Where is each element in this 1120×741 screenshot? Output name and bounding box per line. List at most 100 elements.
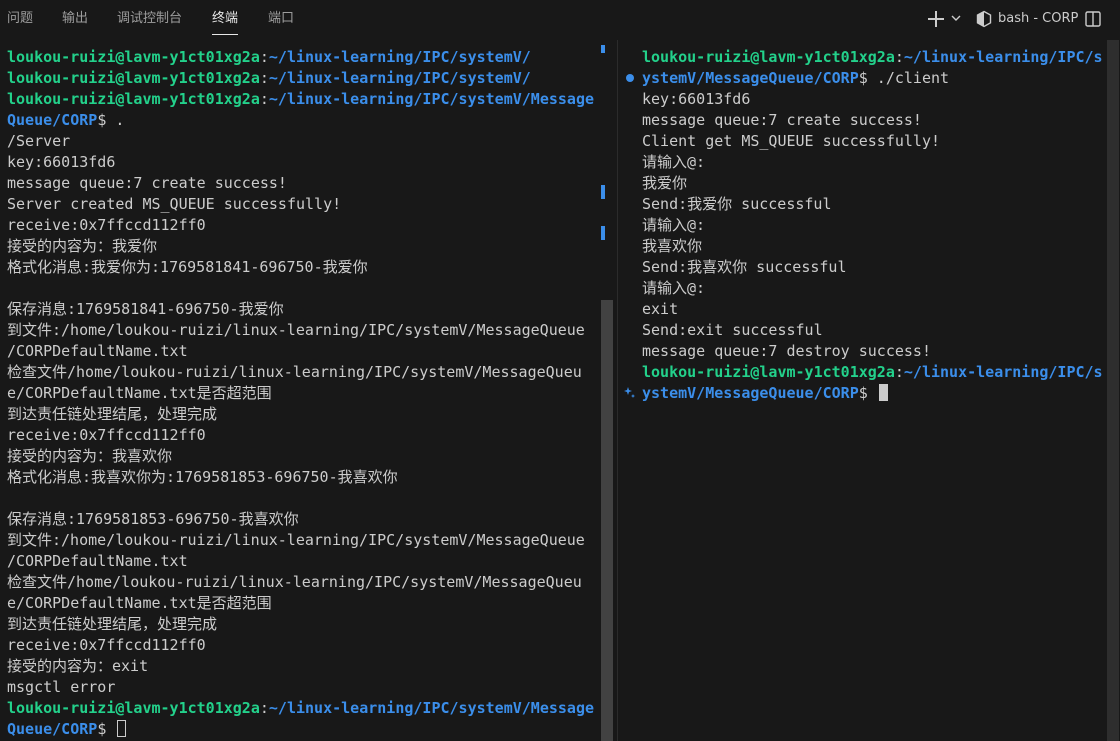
sparkle-icon[interactable] xyxy=(623,386,637,400)
terminal-line: ystemV/MessageQueue/CORP$ ./client xyxy=(642,68,1103,89)
output-text: 检查文件/home/loukou-ruizi/linux-learning/IP… xyxy=(7,573,582,591)
terminal-line: Send:exit successful xyxy=(642,320,1103,341)
terminal-line: key:66013fd6 xyxy=(7,152,594,173)
terminal-line: 接受的内容为：我爱你 xyxy=(7,236,594,257)
output-text: 保存消息:1769581853-696750-我喜欢你 xyxy=(7,510,299,528)
terminal-pane-client[interactable]: loukou-ruizi@lavm-y1ct01xg2a:~/linux-lea… xyxy=(620,40,1120,741)
output-text: receive:0x7ffccd112ff0 xyxy=(7,216,206,234)
prompt-path: ystemV/MessageQueue/CORP xyxy=(642,384,859,402)
output-text: Server created MS_QUEUE successfully! xyxy=(7,195,342,213)
terminal-line: ystemV/MessageQueue/CORP$ xyxy=(642,383,1103,404)
prompt-user: loukou-ruizi@lavm-y1ct01xg2a xyxy=(7,90,260,108)
output-text: 接受的内容为：我喜欢你 xyxy=(7,447,173,465)
chevron-down-icon[interactable] xyxy=(950,12,962,24)
terminal-line: Queue/CORP$ . xyxy=(7,110,594,131)
terminal-line: 我喜欢你 xyxy=(642,236,1103,257)
terminal-line: Send:我爱你 successful xyxy=(642,194,1103,215)
output-text: 到文件:/home/loukou-ruizi/linux-learning/IP… xyxy=(7,531,585,549)
terminal-line: message queue:7 create success! xyxy=(642,110,1103,131)
output-text: 格式化消息:我爱你为:1769581841-696750-我爱你 xyxy=(7,258,368,276)
output-text: 接受的内容为：我爱你 xyxy=(7,237,158,255)
terminal-line: loukou-ruizi@lavm-y1ct01xg2a:~/linux-lea… xyxy=(7,68,594,89)
terminal-line: loukou-ruizi@lavm-y1ct01xg2a:~/linux-lea… xyxy=(7,47,594,68)
output-text: Client get MS_QUEUE successfully! xyxy=(642,132,941,150)
terminal-line: receive:0x7ffccd112ff0 xyxy=(7,215,594,236)
prompt-path: ~/linux-learning/IPC/systemV/Message xyxy=(268,90,595,108)
output-text: Send:exit successful xyxy=(642,321,823,339)
output-text: msgctl error xyxy=(7,678,116,696)
output-text: 到达责任链处理结尾，处理完成 xyxy=(7,615,218,633)
prompt-path: ~/linux-learning/IPC/systemV/ xyxy=(268,69,531,87)
terminal-line: 到文件:/home/loukou-ruizi/linux-learning/IP… xyxy=(7,530,594,551)
terminal-line: 到达责任链处理结尾，处理完成 xyxy=(7,404,594,425)
terminal-line: 格式化消息:我喜欢你为:1769581853-696750-我喜欢你 xyxy=(7,467,594,488)
prompt-user: loukou-ruizi@lavm-y1ct01xg2a xyxy=(642,48,895,66)
scrollbar-thumb[interactable] xyxy=(1107,40,1119,741)
output-text: key:66013fd6 xyxy=(642,90,751,108)
output-text: 到达责任链处理结尾，处理完成 xyxy=(7,405,218,423)
terminal-line: e/CORPDefaultName.txt是否超范围 xyxy=(7,593,594,614)
terminal-pane-server[interactable]: loukou-ruizi@lavm-y1ct01xg2a:~/linux-lea… xyxy=(0,40,600,741)
tab-terminal[interactable]: 终端 xyxy=(212,0,239,40)
output-text: /CORPDefaultName.txt xyxy=(7,552,188,570)
command-text: $ . xyxy=(97,111,125,129)
terminal-line: Server created MS_QUEUE successfully! xyxy=(7,194,594,215)
tab-ports[interactable]: 端口 xyxy=(268,0,294,40)
command-text: $ xyxy=(97,720,116,738)
prompt-separator: : xyxy=(894,363,904,381)
output-text: key:66013fd6 xyxy=(7,153,116,171)
output-text: 我喜欢你 xyxy=(642,237,703,255)
terminal-cursor xyxy=(117,720,127,737)
command-decoration-dot-icon[interactable] xyxy=(626,74,634,82)
prompt-user: loukou-ruizi@lavm-y1ct01xg2a xyxy=(7,699,260,717)
terminal-line: /CORPDefaultName.txt xyxy=(7,551,594,572)
terminal-line: receive:0x7ffccd112ff0 xyxy=(7,425,594,446)
output-text: 检查文件/home/loukou-ruizi/linux-learning/IP… xyxy=(7,363,582,381)
tab-output[interactable]: 输出 xyxy=(62,0,88,40)
terminal-scrollbar-right[interactable] xyxy=(1106,40,1120,741)
split-editor-icon[interactable] xyxy=(1084,10,1102,28)
prompt-separator: : xyxy=(259,699,269,717)
prompt-user: loukou-ruizi@lavm-y1ct01xg2a xyxy=(7,48,260,66)
terminal-line: message queue:7 create success! xyxy=(7,173,594,194)
terminal-line: 检查文件/home/loukou-ruizi/linux-learning/IP… xyxy=(7,572,594,593)
output-text: 保存消息:1769581841-696750-我爱你 xyxy=(7,300,284,318)
prompt-separator: : xyxy=(259,69,269,87)
terminal-line: 请输入@: xyxy=(642,152,1103,173)
terminal-cursor xyxy=(878,384,888,401)
output-text: Send:我喜欢你 successful xyxy=(642,258,847,276)
output-text: /Server xyxy=(7,132,71,150)
prompt-path: ystemV/MessageQueue/CORP xyxy=(642,69,859,87)
plus-icon[interactable] xyxy=(928,11,944,27)
output-text: 请输入@: xyxy=(642,216,706,234)
output-text: /CORPDefaultName.txt xyxy=(7,342,188,360)
pane-divider[interactable] xyxy=(617,40,618,741)
terminal-line: key:66013fd6 xyxy=(642,89,1103,110)
prompt-separator: : xyxy=(894,48,904,66)
output-text: Send:我爱你 successful xyxy=(642,195,832,213)
terminal-line: 格式化消息:我爱你为:1769581841-696750-我爱你 xyxy=(7,257,594,278)
tab-problems[interactable]: 问题 xyxy=(7,0,33,40)
tab-debug-console[interactable]: 调试控制台 xyxy=(117,0,182,40)
terminal-line: 到文件:/home/loukou-ruizi/linux-learning/IP… xyxy=(7,320,594,341)
prompt-user: loukou-ruizi@lavm-y1ct01xg2a xyxy=(7,69,260,87)
terminal-line: /Server xyxy=(7,131,594,152)
output-text: 请输入@: xyxy=(642,279,706,297)
prompt-path: ~/linux-learning/IPC/systemV/ xyxy=(268,48,531,66)
scrollbar-thumb[interactable] xyxy=(601,300,613,741)
command-text: $ xyxy=(858,384,877,402)
terminal-scrollbar-left[interactable] xyxy=(600,40,614,741)
prompt-path: Queue/CORP xyxy=(7,111,98,129)
output-text: 我爱你 xyxy=(642,174,688,192)
output-text: 接受的内容为：exit xyxy=(7,657,149,675)
output-text: 格式化消息:我喜欢你为:1769581853-696750-我喜欢你 xyxy=(7,468,398,486)
prompt-path: ~/linux-learning/IPC/s xyxy=(903,363,1103,381)
terminal-title[interactable]: bash - CORP xyxy=(998,0,1078,38)
terminal-line: 到达责任链处理结尾，处理完成 xyxy=(7,614,594,635)
prompt-user: loukou-ruizi@lavm-y1ct01xg2a xyxy=(642,363,895,381)
terminal-line: 保存消息:1769581853-696750-我喜欢你 xyxy=(7,509,594,530)
terminal-line: message queue:7 destroy success! xyxy=(642,341,1103,362)
terminal-line: 接受的内容为：我喜欢你 xyxy=(7,446,594,467)
